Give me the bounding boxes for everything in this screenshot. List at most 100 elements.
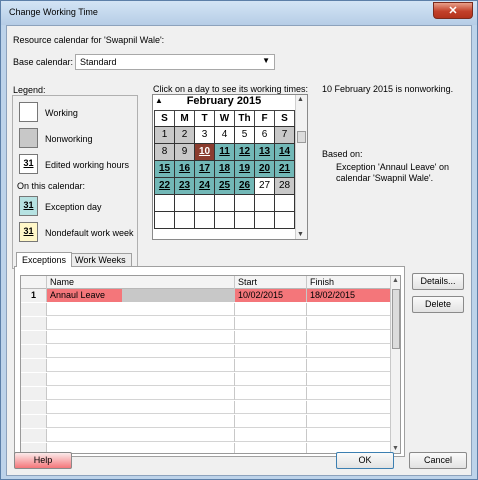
calendar-day-14[interactable]: 14 [274,143,295,161]
exception-start-cell[interactable] [235,429,307,442]
exception-start-cell[interactable] [235,359,307,372]
exception-finish-cell[interactable] [307,317,391,330]
legend-title: Legend: [13,85,46,95]
table-row[interactable] [21,303,391,316]
calendar-day-21[interactable]: 21 [274,160,295,178]
details-button[interactable]: Details... [412,273,464,290]
calendar-day-2[interactable]: 2 [174,126,195,144]
calendar-day-8[interactable]: 8 [154,143,175,161]
row-number: 1 [21,289,47,302]
calendar-day-23[interactable]: 23 [174,177,195,195]
exception-name-cell[interactable] [47,429,235,442]
header-finish[interactable]: Finish [307,276,391,289]
table-row[interactable] [21,387,391,400]
exception-finish-cell[interactable] [307,387,391,400]
exception-name-cell[interactable] [47,331,235,344]
calendar-day-24[interactable]: 24 [194,177,215,195]
exception-start-cell[interactable] [235,331,307,344]
calendar-day-16[interactable]: 16 [174,160,195,178]
calendar-day-3[interactable]: 3 [194,126,215,144]
exception-name-cell[interactable]: Annaul Leave [47,289,235,302]
calendar-day-26[interactable]: 26 [234,177,255,195]
calendar-day-25[interactable]: 25 [214,177,235,195]
exception-start-cell[interactable] [235,401,307,414]
calendar-day-18[interactable]: 18 [214,160,235,178]
header-start[interactable]: Start [235,276,307,289]
exception-start-cell[interactable] [235,345,307,358]
exception-finish-cell[interactable] [307,429,391,442]
calendar-day-15[interactable]: 15 [154,160,175,178]
calendar-day-7[interactable]: 7 [274,126,295,144]
calendar-day-6[interactable]: 6 [254,126,275,144]
ok-button[interactable]: OK [336,452,394,469]
table-scroll-thumb[interactable] [392,289,400,349]
exception-name-cell[interactable] [47,317,235,330]
calendar-scroll-thumb[interactable] [297,131,306,143]
table-row[interactable] [21,317,391,330]
exception-finish-cell[interactable] [307,345,391,358]
exception-name-cell[interactable] [47,373,235,386]
exception-start-cell[interactable] [235,443,307,453]
exception-finish-cell[interactable]: 18/02/2015 [307,289,391,302]
calendar-day-5[interactable]: 5 [234,126,255,144]
row-number [21,387,47,400]
dialog-body: Resource calendar for 'Swapnil Wale': Ba… [6,25,472,476]
exception-finish-cell[interactable] [307,359,391,372]
exception-name-cell[interactable] [47,415,235,428]
calendar-day-22[interactable]: 22 [154,177,175,195]
exception-finish-cell[interactable] [307,415,391,428]
exception-start-cell[interactable] [235,387,307,400]
exception-name-cell[interactable] [47,443,235,453]
calendar-day-20[interactable]: 20 [254,160,275,178]
exception-start-cell[interactable] [235,415,307,428]
exception-name-cell[interactable] [47,303,235,316]
title-bar[interactable]: Change Working Time ✕ [1,1,477,25]
table-row[interactable] [21,429,391,442]
scroll-down-icon[interactable]: ▼ [392,445,399,452]
calendar-day-9[interactable]: 9 [174,143,195,161]
table-row[interactable] [21,345,391,358]
calendar-day-17[interactable]: 17 [194,160,215,178]
close-button[interactable]: ✕ [433,2,473,19]
exception-name-cell[interactable] [47,401,235,414]
calendar-day-28[interactable]: 28 [274,177,295,195]
calendar-day-11[interactable]: 11 [214,143,235,161]
exception-finish-cell[interactable] [307,303,391,316]
calendar-day-27[interactable]: 27 [254,177,275,195]
table-row[interactable] [21,331,391,344]
table-row[interactable] [21,401,391,414]
exception-finish-cell[interactable] [307,331,391,344]
cancel-button[interactable]: Cancel [409,452,467,469]
exception-name-cell[interactable] [47,345,235,358]
tab-exceptions[interactable]: Exceptions [16,252,73,267]
exception-name-cell[interactable] [47,359,235,372]
table-row[interactable]: 1 Annaul Leave 10/02/2015 18/02/2015 [21,289,391,302]
exception-start-cell[interactable]: 10/02/2015 [235,289,307,302]
header-name[interactable]: Name [47,276,235,289]
exception-start-cell[interactable] [235,373,307,386]
exception-name-cell[interactable] [47,387,235,400]
month-calendar: ▲ February 2015 S M T W Th F S 1 2 3 4 5 6 7 8 9 10 11 12 1… [152,94,308,240]
table-row[interactable] [21,415,391,428]
calendar-day-13[interactable]: 13 [254,143,275,161]
scroll-down-icon[interactable]: ▼ [297,231,304,238]
scroll-up-icon[interactable]: ▲ [297,96,304,103]
exception-finish-cell[interactable] [307,401,391,414]
table-row[interactable] [21,373,391,386]
calendar-day-1[interactable]: 1 [154,126,175,144]
base-calendar-dropdown[interactable]: Standard ▼ [75,54,275,70]
calendar-day-12[interactable]: 12 [234,143,255,161]
tab-work-weeks[interactable]: Work Weeks [69,253,132,266]
exception-start-cell[interactable] [235,303,307,316]
table-row[interactable] [21,359,391,372]
exception-finish-cell[interactable] [307,373,391,386]
scroll-up-icon[interactable]: ▲ [392,277,399,284]
calendar-day-10[interactable]: 10 [194,143,215,161]
calendar-day-19[interactable]: 19 [234,160,255,178]
delete-button[interactable]: Delete [412,296,464,313]
calendar-scrollbar[interactable]: ▲ ▼ [295,95,307,239]
exception-start-cell[interactable] [235,317,307,330]
help-button[interactable]: Help [14,452,72,469]
calendar-day-4[interactable]: 4 [214,126,235,144]
table-scrollbar[interactable]: ▲ ▼ [390,276,400,453]
